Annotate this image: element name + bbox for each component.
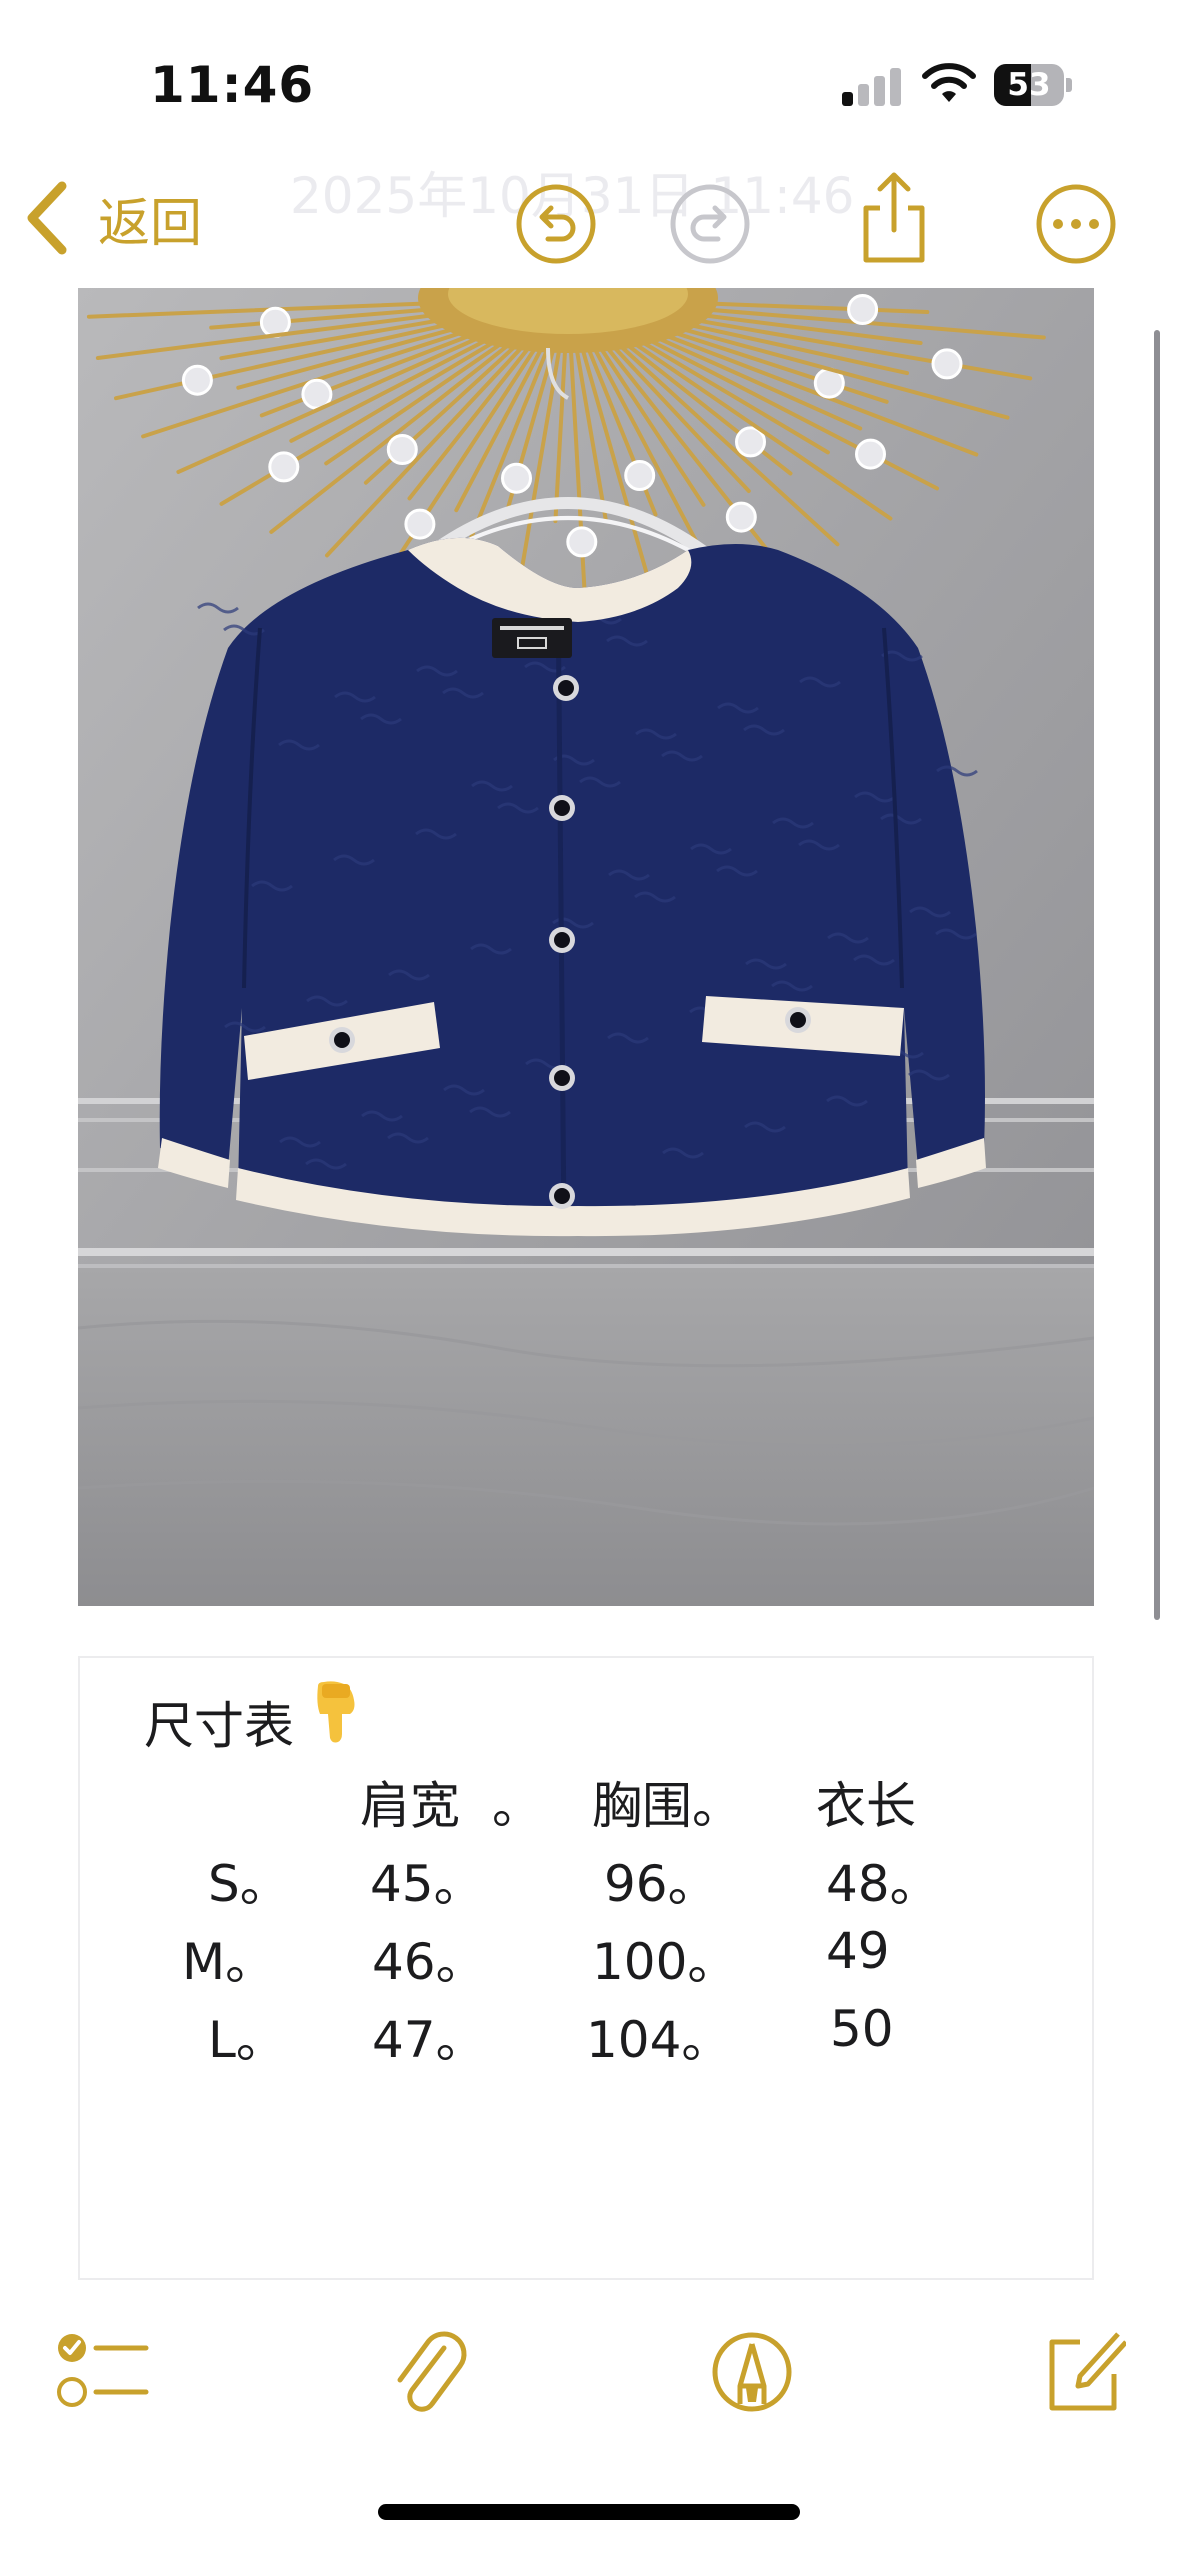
paperclip-icon[interactable]	[390, 2326, 470, 2422]
checklist-icon[interactable]	[56, 2330, 152, 2412]
battery-icon: 53	[994, 64, 1072, 106]
share-icon[interactable]	[856, 170, 932, 266]
product-photo[interactable]	[78, 288, 1094, 1606]
row-size: S。	[208, 1855, 290, 1913]
home-indicator[interactable]	[378, 2504, 800, 2520]
header-length: 衣长	[816, 1777, 916, 1835]
status-time: 11:46	[150, 56, 315, 114]
chevron-left-icon	[27, 181, 67, 255]
back-label: 返回	[98, 193, 203, 254]
header-chest: 胸围。	[592, 1777, 742, 1835]
size-chart-heading: 尺寸表	[144, 1697, 294, 1755]
scroll-indicator[interactable]	[1154, 330, 1160, 1620]
cellular-signal-icon	[842, 66, 904, 106]
compose-icon[interactable]	[1040, 2324, 1126, 2416]
header-dot: 。	[492, 1777, 542, 1835]
row-shoulder: 45。	[370, 1855, 484, 1913]
markup-pen-icon[interactable]	[710, 2330, 794, 2414]
undo-icon[interactable]	[514, 182, 598, 266]
back-button[interactable]: 返回	[22, 178, 202, 258]
row-size: M。	[182, 1933, 276, 1991]
battery-level: 53	[1007, 67, 1051, 103]
row-length: 50	[830, 2000, 894, 2058]
wifi-icon	[922, 63, 976, 102]
more-icon[interactable]	[1034, 182, 1118, 266]
row-chest: 96。	[604, 1855, 718, 1913]
row-length: 48。	[826, 1855, 940, 1913]
redo-icon[interactable]	[668, 182, 752, 266]
pointing-down-emoji	[317, 1681, 355, 1743]
cardigan-photo-illustration	[78, 288, 1094, 1606]
row-length: 49	[826, 1922, 890, 1980]
row-chest: 104。	[586, 2011, 732, 2069]
row-chest: 100。	[592, 1933, 738, 1991]
row-size: L。	[208, 2011, 286, 2069]
row-shoulder: 46。	[372, 1933, 486, 1991]
header-shoulder: 肩宽	[360, 1777, 460, 1835]
row-shoulder: 47。	[372, 2011, 486, 2069]
